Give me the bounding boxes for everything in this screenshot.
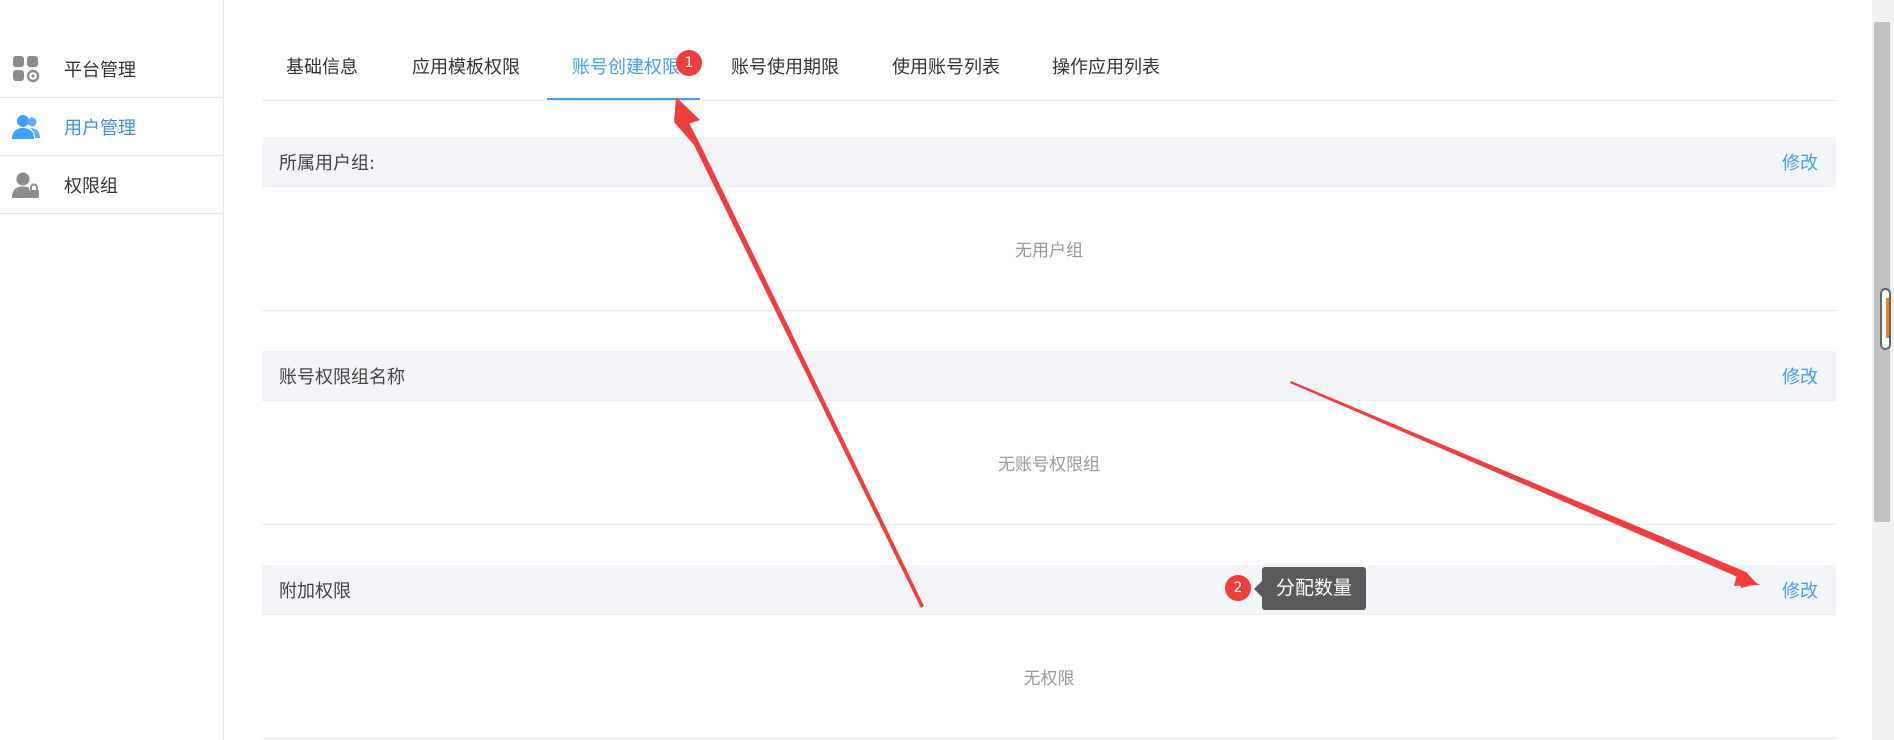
panel-header: 账号权限组名称 修改 [262, 351, 1836, 401]
tab-bar: 基础信息 应用模板权限 账号创建权限 账号使用期限 使用账号列表 操作应用列表 [262, 36, 1836, 101]
grid-settings-icon [12, 55, 40, 83]
user-lock-icon [12, 171, 40, 199]
panel-title: 所属用户组: [279, 152, 376, 174]
empty-text: 无权限 [1023, 669, 1075, 689]
scroll-position-marker [1880, 288, 1891, 350]
panel-body: 无权限 [262, 615, 1836, 739]
users-icon [12, 113, 40, 141]
edit-account-permission-group-link[interactable]: 修改 [1782, 363, 1818, 389]
scrollbar-thumb[interactable] [1874, 22, 1890, 522]
sidebar-item-label: 平台管理 [64, 59, 136, 81]
empty-text: 无用户组 [1015, 241, 1083, 261]
edit-user-group-link[interactable]: 修改 [1782, 149, 1818, 175]
tab-account-creation-permission[interactable]: 账号创建权限 [572, 36, 680, 100]
panel-title: 账号权限组名称 [279, 366, 405, 388]
annotation-badge-1: 1 [676, 50, 702, 76]
tab-operated-app-list[interactable]: 操作应用列表 [1052, 36, 1160, 100]
edit-additional-permission-link[interactable]: 修改 [1782, 577, 1818, 603]
arrow-to-tab-head [676, 97, 700, 124]
tab-used-account-list[interactable]: 使用账号列表 [892, 36, 1000, 100]
sidebar: 平台管理 用户管理 权限组 [0, 0, 224, 740]
active-tab-indicator [547, 98, 700, 100]
sidebar-item-label: 权限组 [64, 175, 118, 197]
panel-body: 无账号权限组 [262, 401, 1836, 525]
sidebar-item-permission-group[interactable]: 权限组 [0, 156, 222, 214]
assign-quantity-tooltip: 分配数量 [1254, 567, 1366, 610]
sidebar-item-user-management[interactable]: 用户管理 [0, 98, 222, 156]
panel-account-permission-group: 账号权限组名称 修改 无账号权限组 [262, 351, 1836, 525]
panel-header: 附加权限 修改 [262, 565, 1836, 615]
panel-user-group: 所属用户组: 修改 无用户组 [262, 137, 1836, 311]
panel-title: 附加权限 [279, 580, 351, 602]
sidebar-item-platform-management[interactable]: 平台管理 [0, 40, 222, 98]
tab-basic-info[interactable]: 基础信息 [286, 36, 358, 100]
panel-additional-permission: 附加权限 修改 无权限 [262, 565, 1836, 739]
panel-body: 无用户组 [262, 187, 1836, 311]
panel-header: 所属用户组: 修改 [262, 137, 1836, 187]
tab-app-template-permission[interactable]: 应用模板权限 [412, 36, 520, 100]
tab-account-validity-period[interactable]: 账号使用期限 [731, 36, 839, 100]
empty-text: 无账号权限组 [998, 455, 1100, 475]
sidebar-item-label: 用户管理 [64, 117, 136, 139]
annotation-badge-2: 2 [1225, 575, 1251, 601]
